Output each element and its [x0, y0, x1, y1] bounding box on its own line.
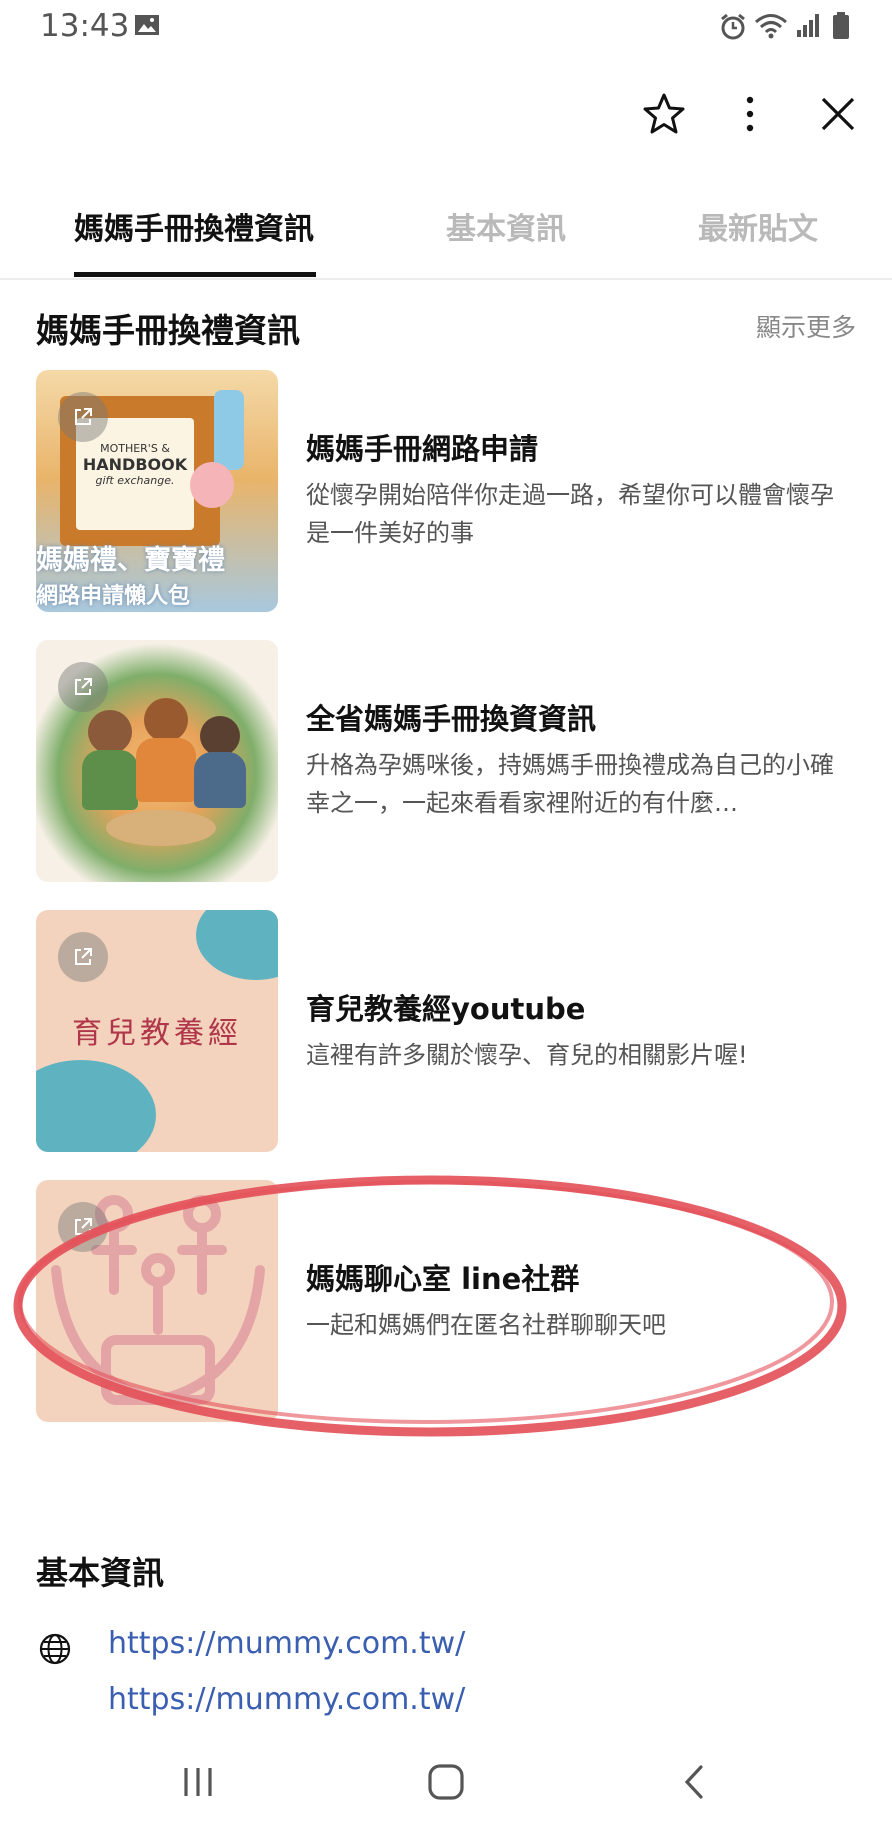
basic-info-title: 基本資訊: [36, 1554, 165, 1592]
star-icon: [643, 93, 685, 134]
back-button[interactable]: [664, 1754, 724, 1810]
item-description: 升格為孕媽咪後，持媽媽手冊換禮成為自己的小確幸之一，一起來看看家裡附近的有什麼…: [306, 751, 834, 817]
website-link[interactable]: https://mummy.com.tw/: [108, 1626, 465, 1661]
tab-bar: 媽媽手冊換禮資訊 基本資訊 最新貼文: [0, 180, 892, 280]
more-options-button[interactable]: [722, 86, 778, 142]
recent-apps-button[interactable]: [168, 1754, 228, 1810]
list-item[interactable]: 全省媽媽手冊換資資訊 升格為孕媽咪後，持媽媽手冊換禮成為自己的小確幸之一，一起來…: [36, 640, 856, 884]
image-notification-icon: [134, 12, 160, 42]
item-title: 媽媽手冊網路申請: [306, 432, 539, 466]
item-description: 從懷孕開始陪伴你走過一路，希望你可以體會懷孕是一件美好的事: [306, 481, 834, 547]
close-button[interactable]: [810, 86, 866, 142]
thumb-text-line: MOTHER'S &: [100, 442, 170, 455]
tab-basic-info[interactable]: 基本資訊: [446, 204, 566, 248]
external-link-icon: [58, 932, 108, 982]
external-link-icon: [58, 662, 108, 712]
tab-latest-posts[interactable]: 最新貼文: [698, 204, 818, 248]
active-tab-indicator: [74, 272, 316, 277]
list-item[interactable]: 育兒教養經 育兒教養經youtube 這裡有許多關於懷孕、育兒的相關影片喔!: [36, 910, 856, 1154]
back-chevron-icon: [684, 1765, 703, 1799]
thumb-caption: 育兒教養經: [72, 1016, 242, 1051]
thumb-text-line: HANDBOOK: [82, 455, 188, 474]
item-thumbnail: [36, 640, 278, 882]
home-icon: [428, 1764, 464, 1800]
item-thumbnail: 育兒教養經: [36, 910, 278, 1152]
thumb-caption: 網路申請懶人包: [36, 584, 191, 609]
item-thumbnail: [36, 1180, 278, 1422]
item-description: 這裡有許多關於懷孕、育兒的相關影片喔!: [306, 1041, 748, 1069]
home-button[interactable]: [416, 1754, 476, 1810]
item-title: 育兒教養經youtube: [306, 992, 586, 1026]
external-link-icon: [58, 392, 108, 442]
battery-icon: [832, 12, 850, 44]
list-item[interactable]: 媽媽聊心室 line社群 一起和媽媽們在匿名社群聊聊天吧: [36, 1180, 856, 1424]
recent-apps-icon: [184, 1768, 212, 1796]
website-link[interactable]: https://mummy.com.tw/: [108, 1682, 465, 1717]
alarm-icon: [718, 12, 748, 46]
close-icon: [821, 97, 855, 131]
system-nav-bar: [0, 1736, 892, 1826]
wifi-icon: [754, 12, 788, 44]
thumb-caption: 媽媽禮、寶寶禮: [36, 545, 225, 576]
show-more-link[interactable]: 顯示更多: [756, 308, 856, 344]
more-vertical-icon: [746, 96, 754, 132]
item-description: 一起和媽媽們在匿名社群聊聊天吧: [306, 1311, 666, 1339]
section-header: 媽媽手冊換禮資訊 顯示更多: [36, 304, 856, 354]
list-item[interactable]: MOTHER'S & HANDBOOK gift exchange. 媽媽禮、寶…: [36, 370, 856, 614]
globe-icon: [38, 1632, 72, 1670]
external-link-icon: [58, 1202, 108, 1252]
tab-handbook-gifts[interactable]: 媽媽手冊換禮資訊: [74, 204, 314, 248]
status-bar: 13:43: [0, 0, 892, 56]
status-time: 13:43: [40, 8, 130, 44]
signal-icon: [796, 12, 822, 42]
section-title: 媽媽手冊換禮資訊: [36, 311, 300, 350]
item-thumbnail: MOTHER'S & HANDBOOK gift exchange. 媽媽禮、寶…: [36, 370, 278, 612]
item-title: 全省媽媽手冊換資資訊: [306, 702, 597, 736]
favorite-star-button[interactable]: [636, 86, 692, 142]
item-title: 媽媽聊心室 line社群: [306, 1262, 580, 1296]
thumb-text-line: gift exchange.: [95, 474, 175, 487]
top-action-bar: [0, 72, 892, 156]
